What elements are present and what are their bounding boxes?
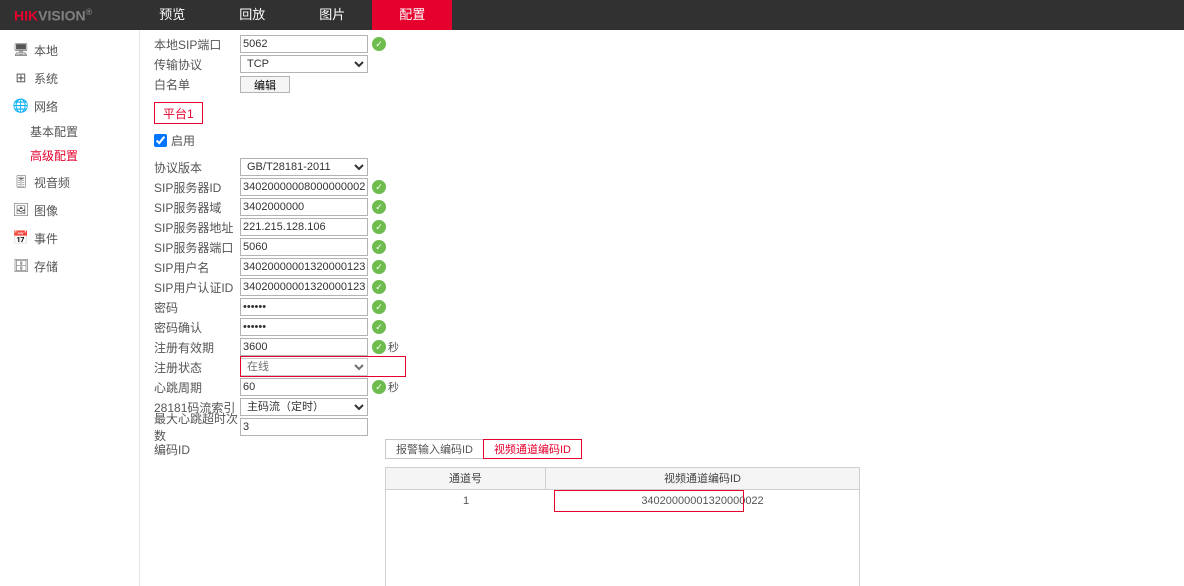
unit-sec: 秒 — [388, 339, 399, 355]
input-heartbeat[interactable] — [240, 378, 368, 396]
input-local-sip-port[interactable] — [240, 35, 368, 53]
sidebar-item-label: 存储 — [34, 258, 58, 275]
nav-picture[interactable]: 图片 — [292, 0, 372, 30]
check-icon — [372, 220, 386, 234]
check-icon — [372, 37, 386, 51]
brand-suffix: VISION — [38, 7, 85, 23]
check-icon — [372, 320, 386, 334]
sidebar-item-storage[interactable]: 🗄存储 — [0, 252, 139, 280]
top-nav: 预览 回放 图片 配置 — [132, 0, 452, 30]
label-reg-expire: 注册有效期 — [140, 339, 240, 356]
tab-video-encode-id[interactable]: 视频通道编码ID — [483, 439, 582, 459]
label-whitelist: 白名单 — [140, 76, 240, 93]
check-icon — [372, 200, 386, 214]
tab-platform-1[interactable]: 平台1 — [154, 102, 203, 124]
nav-preview[interactable]: 预览 — [132, 0, 212, 30]
label-sip-domain: SIP服务器域 — [140, 199, 240, 216]
input-sip-port[interactable] — [240, 238, 368, 256]
label-sip-port: SIP服务器端口 — [140, 239, 240, 256]
label-encode-id: 编码ID — [140, 441, 240, 458]
top-bar: HIKVISION® 预览 回放 图片 配置 — [0, 0, 1184, 30]
nav-config[interactable]: 配置 — [372, 0, 452, 30]
check-icon — [372, 380, 386, 394]
check-icon — [372, 180, 386, 194]
check-icon — [372, 300, 386, 314]
input-pwd-confirm[interactable] — [240, 318, 368, 336]
input-sip-authid[interactable] — [240, 278, 368, 296]
input-pwd[interactable] — [240, 298, 368, 316]
label-reg-state: 注册状态 — [140, 359, 240, 376]
input-sip-addr[interactable] — [240, 218, 368, 236]
label-max-hb-timeout: 最大心跳超时次数 — [140, 410, 240, 444]
check-icon — [372, 260, 386, 274]
input-sip-user[interactable] — [240, 258, 368, 276]
enable-label: 启用 — [171, 132, 195, 149]
channel-table: 通道号 视频通道编码ID 1 34020000001320000022 — [385, 467, 860, 586]
sidebar-item-network[interactable]: 🌐网络 — [0, 92, 139, 120]
sidebar-item-videoaudio[interactable]: 🎚视音频 — [0, 168, 139, 196]
sidebar-item-image[interactable]: 🖼图像 — [0, 196, 139, 224]
label-local-sip-port: 本地SIP端口 — [140, 36, 240, 53]
tab-alarm-encode-id[interactable]: 报警输入编码ID — [385, 439, 484, 459]
label-sip-addr: SIP服务器地址 — [140, 219, 240, 236]
brand-reg: ® — [86, 7, 93, 17]
cell-video-id: 34020000001320000022 — [546, 490, 859, 512]
globe-icon: 🌐 — [12, 98, 30, 114]
event-icon: 📅 — [12, 230, 30, 246]
nav-playback[interactable]: 回放 — [212, 0, 292, 30]
table-col-channel: 通道号 — [386, 468, 546, 489]
input-reg-expire[interactable] — [240, 338, 368, 356]
sidebar-item-label: 系统 — [34, 70, 58, 87]
label-pwd-confirm: 密码确认 — [140, 319, 240, 336]
label-sip-srv-id: SIP服务器ID — [140, 179, 240, 196]
monitor-icon: 🖥 — [12, 42, 30, 58]
sidebar-item-label: 视音频 — [34, 174, 70, 191]
content-area: 本地SIP端口 传输协议 TCP 白名单 编辑 平台1 启用 协议版本 — [140, 30, 1184, 586]
select-proto-ver[interactable]: GB/T28181-2011 — [240, 158, 368, 176]
video-icon: 🎚 — [12, 174, 30, 190]
sidebar-item-label: 事件 — [34, 230, 58, 247]
select-stream-idx[interactable]: 主码流（定时） — [240, 398, 368, 416]
sidebar-sub-basic[interactable]: 基本配置 — [0, 120, 139, 144]
sidebar-item-local[interactable]: 🖥本地 — [0, 36, 139, 64]
edit-whitelist-button[interactable]: 编辑 — [240, 76, 290, 93]
label-sip-authid: SIP用户认证ID — [140, 279, 240, 296]
label-transport-proto: 传输协议 — [140, 56, 240, 73]
select-reg-state: 在线 — [240, 358, 368, 376]
check-icon — [372, 340, 386, 354]
table-col-video-id: 视频通道编码ID — [546, 468, 859, 489]
sidebar-item-label: 本地 — [34, 42, 58, 59]
check-icon — [372, 280, 386, 294]
sidebar: 🖥本地 ⊞系统 🌐网络 基本配置 高级配置 🎚视音频 🖼图像 📅事件 🗄存储 — [0, 30, 140, 586]
input-sip-domain[interactable] — [240, 198, 368, 216]
label-heartbeat: 心跳周期 — [140, 379, 240, 396]
sidebar-item-label: 网络 — [34, 98, 58, 115]
system-icon: ⊞ — [12, 70, 30, 86]
table-row[interactable]: 1 34020000001320000022 — [386, 490, 859, 512]
sidebar-item-label: 图像 — [34, 202, 58, 219]
check-icon — [372, 240, 386, 254]
label-pwd: 密码 — [140, 299, 240, 316]
sidebar-item-event[interactable]: 📅事件 — [0, 224, 139, 252]
brand-logo: HIKVISION® — [14, 7, 92, 24]
storage-icon: 🗄 — [12, 258, 30, 274]
cell-channel: 1 — [386, 490, 546, 512]
sidebar-sub-advanced[interactable]: 高级配置 — [0, 144, 139, 168]
select-transport-proto[interactable]: TCP — [240, 55, 368, 73]
unit-sec: 秒 — [388, 379, 399, 395]
label-sip-user: SIP用户名 — [140, 259, 240, 276]
label-proto-ver: 协议版本 — [140, 159, 240, 176]
input-sip-srv-id[interactable] — [240, 178, 368, 196]
enable-checkbox[interactable] — [154, 134, 167, 147]
input-max-hb-timeout[interactable] — [240, 418, 368, 436]
brand-prefix: HIK — [14, 7, 38, 23]
image-icon: 🖼 — [12, 202, 30, 218]
sidebar-item-system[interactable]: ⊞系统 — [0, 64, 139, 92]
